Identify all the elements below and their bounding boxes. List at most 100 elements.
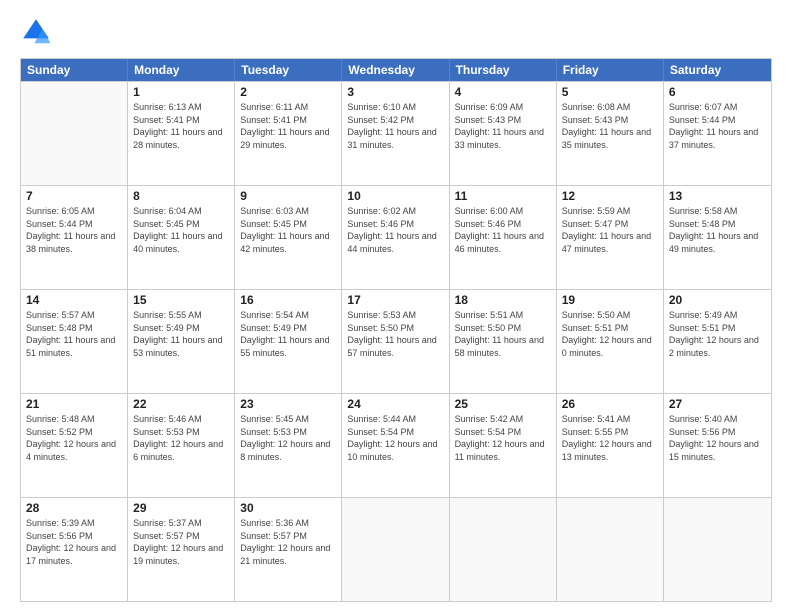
logo	[20, 16, 56, 48]
day-info: Sunrise: 5:59 AM Sunset: 5:47 PM Dayligh…	[562, 205, 658, 255]
calendar-cell: 3 Sunrise: 6:10 AM Sunset: 5:42 PM Dayli…	[342, 82, 449, 185]
day-number: 15	[133, 293, 229, 307]
calendar-row: 1 Sunrise: 6:13 AM Sunset: 5:41 PM Dayli…	[21, 81, 771, 185]
day-info: Sunrise: 5:51 AM Sunset: 5:50 PM Dayligh…	[455, 309, 551, 359]
calendar-cell: 11 Sunrise: 6:00 AM Sunset: 5:46 PM Dayl…	[450, 186, 557, 289]
day-number: 23	[240, 397, 336, 411]
day-info: Sunrise: 6:05 AM Sunset: 5:44 PM Dayligh…	[26, 205, 122, 255]
calendar-body: 1 Sunrise: 6:13 AM Sunset: 5:41 PM Dayli…	[21, 81, 771, 601]
day-info: Sunrise: 5:53 AM Sunset: 5:50 PM Dayligh…	[347, 309, 443, 359]
day-number: 12	[562, 189, 658, 203]
day-number: 30	[240, 501, 336, 515]
day-info: Sunrise: 6:08 AM Sunset: 5:43 PM Dayligh…	[562, 101, 658, 151]
day-number: 4	[455, 85, 551, 99]
calendar-cell: 8 Sunrise: 6:04 AM Sunset: 5:45 PM Dayli…	[128, 186, 235, 289]
day-number: 27	[669, 397, 766, 411]
calendar-cell: 14 Sunrise: 5:57 AM Sunset: 5:48 PM Dayl…	[21, 290, 128, 393]
day-info: Sunrise: 5:54 AM Sunset: 5:49 PM Dayligh…	[240, 309, 336, 359]
day-info: Sunrise: 5:50 AM Sunset: 5:51 PM Dayligh…	[562, 309, 658, 359]
day-number: 13	[669, 189, 766, 203]
day-number: 3	[347, 85, 443, 99]
day-info: Sunrise: 5:45 AM Sunset: 5:53 PM Dayligh…	[240, 413, 336, 463]
day-info: Sunrise: 6:04 AM Sunset: 5:45 PM Dayligh…	[133, 205, 229, 255]
day-info: Sunrise: 6:09 AM Sunset: 5:43 PM Dayligh…	[455, 101, 551, 151]
calendar-header-cell: Friday	[557, 59, 664, 81]
calendar-row: 21 Sunrise: 5:48 AM Sunset: 5:52 PM Dayl…	[21, 393, 771, 497]
calendar-cell: 2 Sunrise: 6:11 AM Sunset: 5:41 PM Dayli…	[235, 82, 342, 185]
day-info: Sunrise: 6:11 AM Sunset: 5:41 PM Dayligh…	[240, 101, 336, 151]
day-info: Sunrise: 6:03 AM Sunset: 5:45 PM Dayligh…	[240, 205, 336, 255]
calendar-cell	[557, 498, 664, 601]
calendar-cell: 5 Sunrise: 6:08 AM Sunset: 5:43 PM Dayli…	[557, 82, 664, 185]
day-number: 17	[347, 293, 443, 307]
calendar-cell: 20 Sunrise: 5:49 AM Sunset: 5:51 PM Dayl…	[664, 290, 771, 393]
day-number: 16	[240, 293, 336, 307]
calendar-row: 28 Sunrise: 5:39 AM Sunset: 5:56 PM Dayl…	[21, 497, 771, 601]
day-info: Sunrise: 6:10 AM Sunset: 5:42 PM Dayligh…	[347, 101, 443, 151]
calendar-cell	[664, 498, 771, 601]
day-number: 22	[133, 397, 229, 411]
calendar-cell: 30 Sunrise: 5:36 AM Sunset: 5:57 PM Dayl…	[235, 498, 342, 601]
calendar-cell: 17 Sunrise: 5:53 AM Sunset: 5:50 PM Dayl…	[342, 290, 449, 393]
calendar-cell: 16 Sunrise: 5:54 AM Sunset: 5:49 PM Dayl…	[235, 290, 342, 393]
calendar-cell: 15 Sunrise: 5:55 AM Sunset: 5:49 PM Dayl…	[128, 290, 235, 393]
calendar-cell	[342, 498, 449, 601]
calendar-cell: 26 Sunrise: 5:41 AM Sunset: 5:55 PM Dayl…	[557, 394, 664, 497]
calendar-row: 7 Sunrise: 6:05 AM Sunset: 5:44 PM Dayli…	[21, 185, 771, 289]
day-number: 18	[455, 293, 551, 307]
day-number: 28	[26, 501, 122, 515]
day-number: 21	[26, 397, 122, 411]
logo-icon	[20, 16, 52, 48]
calendar-header-cell: Monday	[128, 59, 235, 81]
day-info: Sunrise: 5:39 AM Sunset: 5:56 PM Dayligh…	[26, 517, 122, 567]
day-number: 26	[562, 397, 658, 411]
calendar-cell	[21, 82, 128, 185]
day-info: Sunrise: 6:13 AM Sunset: 5:41 PM Dayligh…	[133, 101, 229, 151]
calendar-header-cell: Wednesday	[342, 59, 449, 81]
day-number: 25	[455, 397, 551, 411]
day-number: 19	[562, 293, 658, 307]
day-number: 10	[347, 189, 443, 203]
day-number: 20	[669, 293, 766, 307]
day-info: Sunrise: 5:55 AM Sunset: 5:49 PM Dayligh…	[133, 309, 229, 359]
day-number: 24	[347, 397, 443, 411]
calendar-cell: 9 Sunrise: 6:03 AM Sunset: 5:45 PM Dayli…	[235, 186, 342, 289]
calendar-header-cell: Thursday	[450, 59, 557, 81]
calendar-cell: 29 Sunrise: 5:37 AM Sunset: 5:57 PM Dayl…	[128, 498, 235, 601]
calendar-cell: 24 Sunrise: 5:44 AM Sunset: 5:54 PM Dayl…	[342, 394, 449, 497]
day-number: 6	[669, 85, 766, 99]
day-number: 9	[240, 189, 336, 203]
calendar-cell	[450, 498, 557, 601]
day-number: 11	[455, 189, 551, 203]
day-info: Sunrise: 5:37 AM Sunset: 5:57 PM Dayligh…	[133, 517, 229, 567]
day-info: Sunrise: 5:36 AM Sunset: 5:57 PM Dayligh…	[240, 517, 336, 567]
day-info: Sunrise: 6:07 AM Sunset: 5:44 PM Dayligh…	[669, 101, 766, 151]
calendar-cell: 6 Sunrise: 6:07 AM Sunset: 5:44 PM Dayli…	[664, 82, 771, 185]
calendar-cell: 10 Sunrise: 6:02 AM Sunset: 5:46 PM Dayl…	[342, 186, 449, 289]
calendar-cell: 13 Sunrise: 5:58 AM Sunset: 5:48 PM Dayl…	[664, 186, 771, 289]
calendar-cell: 28 Sunrise: 5:39 AM Sunset: 5:56 PM Dayl…	[21, 498, 128, 601]
calendar-header-cell: Sunday	[21, 59, 128, 81]
day-info: Sunrise: 5:42 AM Sunset: 5:54 PM Dayligh…	[455, 413, 551, 463]
day-info: Sunrise: 5:49 AM Sunset: 5:51 PM Dayligh…	[669, 309, 766, 359]
day-number: 7	[26, 189, 122, 203]
calendar-cell: 12 Sunrise: 5:59 AM Sunset: 5:47 PM Dayl…	[557, 186, 664, 289]
day-info: Sunrise: 5:41 AM Sunset: 5:55 PM Dayligh…	[562, 413, 658, 463]
day-info: Sunrise: 5:48 AM Sunset: 5:52 PM Dayligh…	[26, 413, 122, 463]
calendar-header-cell: Saturday	[664, 59, 771, 81]
calendar-cell: 4 Sunrise: 6:09 AM Sunset: 5:43 PM Dayli…	[450, 82, 557, 185]
page: SundayMondayTuesdayWednesdayThursdayFrid…	[0, 0, 792, 612]
calendar-cell: 22 Sunrise: 5:46 AM Sunset: 5:53 PM Dayl…	[128, 394, 235, 497]
calendar-cell: 25 Sunrise: 5:42 AM Sunset: 5:54 PM Dayl…	[450, 394, 557, 497]
calendar-header-cell: Tuesday	[235, 59, 342, 81]
day-number: 29	[133, 501, 229, 515]
day-info: Sunrise: 5:57 AM Sunset: 5:48 PM Dayligh…	[26, 309, 122, 359]
day-number: 2	[240, 85, 336, 99]
day-number: 8	[133, 189, 229, 203]
calendar-cell: 18 Sunrise: 5:51 AM Sunset: 5:50 PM Dayl…	[450, 290, 557, 393]
calendar-row: 14 Sunrise: 5:57 AM Sunset: 5:48 PM Dayl…	[21, 289, 771, 393]
day-info: Sunrise: 5:58 AM Sunset: 5:48 PM Dayligh…	[669, 205, 766, 255]
day-info: Sunrise: 5:44 AM Sunset: 5:54 PM Dayligh…	[347, 413, 443, 463]
day-info: Sunrise: 5:40 AM Sunset: 5:56 PM Dayligh…	[669, 413, 766, 463]
calendar-cell: 27 Sunrise: 5:40 AM Sunset: 5:56 PM Dayl…	[664, 394, 771, 497]
